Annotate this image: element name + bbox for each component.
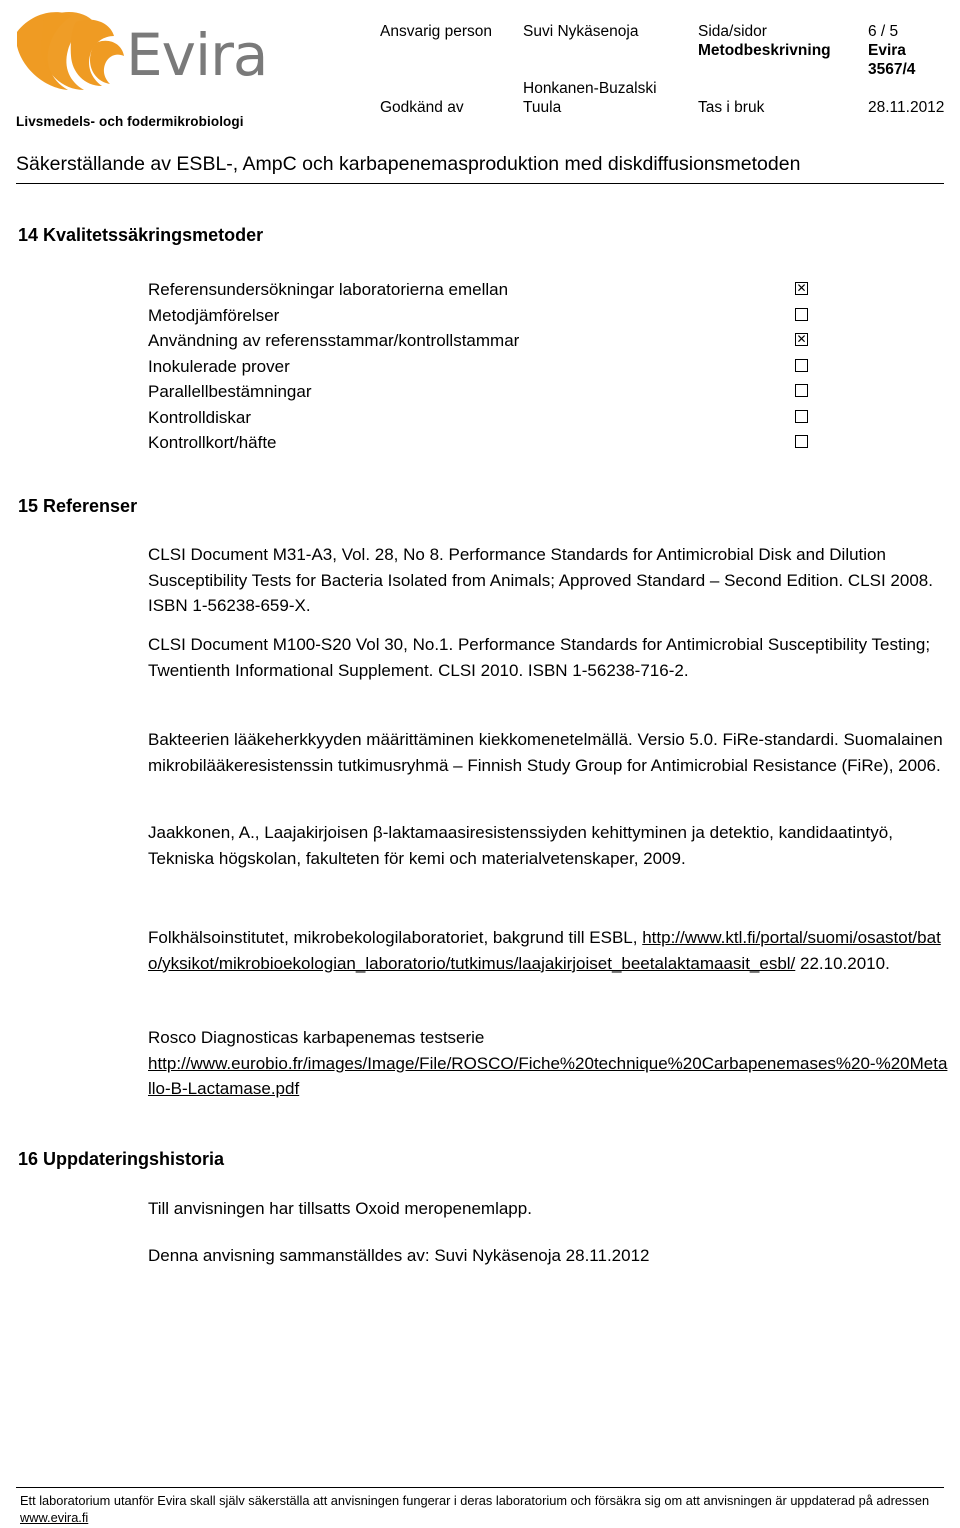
history-entry-2: Denna anvisning sammanställdes av: Suvi …: [148, 1246, 650, 1265]
reference-link-intro-1: Folkhälsoinstitutet, mikrobekologilabora…: [148, 928, 638, 947]
evira-website-link[interactable]: www.evira.fi: [20, 1510, 88, 1525]
checkbox-x-icon: [796, 309, 807, 320]
document-page: Evira Ansvarig person Suvi Nykäsenoja Si…: [0, 0, 960, 1528]
checkbox-x-icon: [796, 436, 807, 447]
history-entry-1: Till anvisningen har tillsatts Oxoid mer…: [148, 1199, 532, 1218]
quality-methods-checklist: Referensundersökningar laboratorierna em…: [148, 277, 808, 456]
reference-link-trailing-1: 22.10.2010.: [795, 953, 890, 973]
approved-by-label: Godkänd av: [380, 99, 464, 116]
evira-logo: Evira: [14, 4, 314, 104]
checkbox-unchecked[interactable]: [795, 409, 808, 423]
meta-blank-3: [380, 79, 523, 98]
checklist-row: Kontrolldiskar: [148, 405, 808, 431]
checklist-item-label: Kontrollkort/häfte: [148, 433, 277, 452]
page-footer: Ett laboratorium utanför Evira skall sjä…: [20, 1492, 940, 1526]
meta-blank-2: [523, 41, 698, 79]
meta-row-approver-line1: Honkanen-Buzalski: [380, 79, 955, 98]
checkbox-unchecked[interactable]: [795, 435, 808, 448]
checklist-row: Kontrollkort/häfte: [148, 430, 808, 456]
checklist-row: Referensundersökningar laboratorierna em…: [148, 277, 808, 303]
in-use-label: Tas i bruk: [698, 99, 765, 116]
checkbox-x-icon: [796, 360, 807, 371]
checklist-row: Metodjämförelser: [148, 303, 808, 329]
checklist-item-label: Referensundersökningar laboratorierna em…: [148, 280, 509, 299]
evira-wordmark: Evira: [126, 21, 268, 89]
footer-divider: [16, 1487, 944, 1488]
checkbox-checked[interactable]: ✕: [795, 282, 808, 295]
meta-blank-1: [380, 41, 523, 79]
method-description-label: Metodbeskrivning: [698, 42, 831, 59]
page-label: Sida/sidor: [698, 23, 767, 40]
checkbox-x-icon: [796, 411, 807, 422]
reference-entry-1: CLSI Document M31-A3, Vol. 28, No 8. Per…: [148, 545, 933, 615]
page-title: Säkerställande av ESBL-, AmpC och karbap…: [16, 153, 801, 175]
footer-disclaimer-text: Ett laboratorium utanför Evira skall sjä…: [20, 1493, 930, 1508]
meta-row-method: Metodbeskrivning Evira 3567/4: [380, 41, 955, 79]
reference-link-entry-2: Rosco Diagnosticas karbapenemas testseri…: [148, 1025, 948, 1102]
in-use-value: 28.11.2012: [868, 99, 945, 116]
section-heading-quality: 14 Kvalitetssäkringsmetoder: [18, 225, 264, 245]
section-heading-references: 15 Referenser: [18, 496, 138, 516]
checkbox-x-icon: ✕: [796, 332, 807, 346]
reference-link-intro-2: Rosco Diagnosticas karbapenemas testseri…: [148, 1028, 485, 1047]
checklist-item-label: Användning av referensstammar/kontrollst…: [148, 331, 520, 350]
reference-link-entry-1: Folkhälsoinstitutet, mikrobekologilabora…: [148, 925, 948, 976]
approved-by-value-line1: Honkanen-Buzalski: [523, 80, 657, 97]
section-heading-history: 16 Uppdateringshistoria: [18, 1149, 225, 1169]
header-meta-table: Ansvarig person Suvi Nykäsenoja Sida/sid…: [380, 22, 955, 117]
meta-blank-5: [868, 79, 955, 98]
checkbox-x-icon: ✕: [796, 281, 807, 295]
checkbox-x-icon: [796, 385, 807, 396]
checklist-item-label: Inokulerade prover: [148, 356, 290, 376]
page-value: 6 / 5: [868, 23, 899, 40]
page-header: Evira Ansvarig person Suvi Nykäsenoja Si…: [0, 0, 960, 129]
meta-row-responsible: Ansvarig person Suvi Nykäsenoja Sida/sid…: [380, 22, 955, 41]
document-title-wrap: Säkerställande av ESBL-, AmpC och karbap…: [16, 152, 944, 176]
checklist-item-label: Kontrolldiskar: [148, 407, 251, 427]
checkbox-checked[interactable]: ✕: [795, 333, 808, 346]
title-divider: [16, 183, 944, 184]
checkbox-unchecked[interactable]: [795, 307, 808, 321]
reference-entry-3: Bakteerien lääkeherkkyyden määrittäminen…: [148, 730, 943, 775]
checklist-item-label: Metodjämförelser: [148, 305, 280, 325]
checkbox-unchecked[interactable]: [795, 384, 808, 397]
checklist-row: Inokulerade prover: [148, 354, 808, 380]
responsible-person-label: Ansvarig person: [380, 23, 493, 40]
checkbox-unchecked[interactable]: [795, 358, 808, 372]
checklist-item-label: Parallellbestämningar: [148, 382, 312, 401]
reference-entry-4: Jaakkonen, A., Laajakirjoisen β-laktamaa…: [148, 823, 893, 868]
department-name: Livsmedels- och fodermikrobiologi: [16, 114, 244, 129]
eurobio-url-link[interactable]: http://www.eurobio.fr/images/Image/File/…: [148, 1054, 947, 1099]
checklist-row: Användning av referensstammar/kontrollst…: [148, 328, 808, 354]
reference-entry-2: CLSI Document M100-S20 Vol 30, No.1. Per…: [148, 635, 931, 680]
approved-by-value-line2: Tuula: [523, 99, 562, 116]
method-description-value: Evira 3567/4: [868, 42, 916, 78]
evira-butterfly-logo-icon: [17, 11, 124, 91]
checklist-row: Parallellbestämningar: [148, 379, 808, 405]
meta-row-approver-line2: Godkänd av Tuula Tas i bruk 28.11.2012: [380, 98, 955, 117]
meta-blank-4: [698, 79, 868, 98]
responsible-person-value: Suvi Nykäsenoja: [523, 23, 639, 40]
